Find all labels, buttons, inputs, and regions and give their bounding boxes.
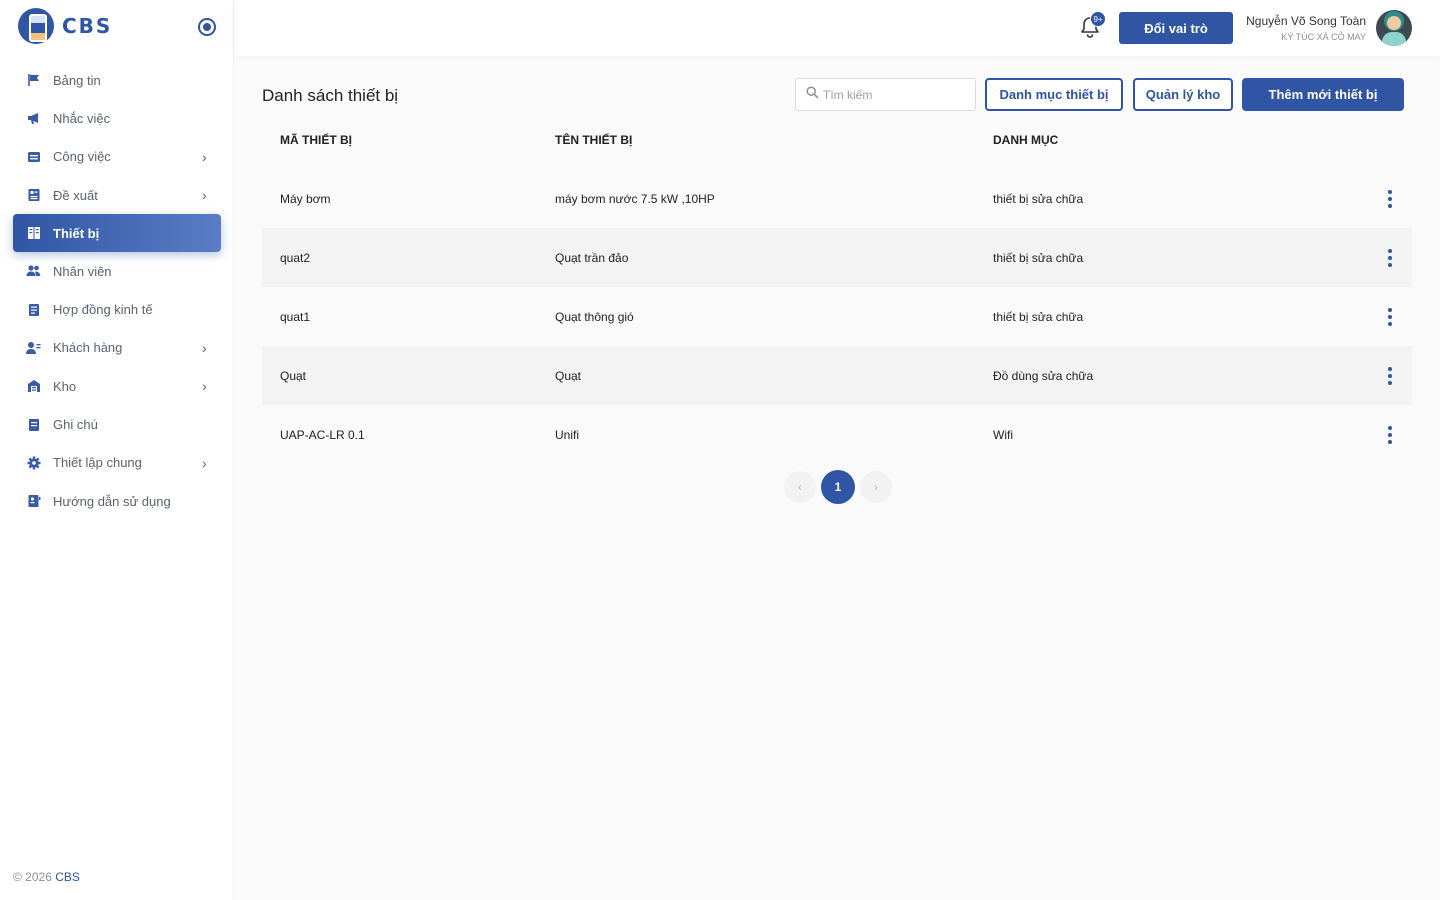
device-table: MÃ THIẾT BỊ TÊN THIẾT BỊ DANH MỤC Máy bơ… (262, 110, 1412, 464)
sidebar-item-label: Khách hàng (53, 340, 123, 356)
customer-icon (26, 340, 41, 355)
sidebar-item-nhac-viec[interactable]: Nhắc việc (0, 99, 234, 137)
warehouse-management-button[interactable]: Quản lý kho (1133, 78, 1233, 111)
sidebar-item-label: Hợp đồng kinh tế (53, 302, 153, 318)
cell-device-code: Máy bơm (280, 191, 331, 206)
tasks-icon (26, 149, 41, 164)
cell-category: Đồ dùng sửa chữa (993, 368, 1094, 383)
cell-device-code: quat2 (280, 250, 311, 265)
note-icon (26, 417, 41, 432)
cell-device-name: Quạt thông gió (555, 309, 634, 324)
top-header: 9+ Đổi vai trò Nguyễn Võ Song Toàn KÝ TÚ… (234, 0, 1440, 56)
search-box[interactable] (795, 78, 976, 111)
sidebar-item-label: Ghi chú (53, 417, 98, 433)
cell-category: thiết bị sửa chữa (993, 191, 1084, 206)
column-header-device-code[interactable]: MÃ THIẾT BỊ (280, 133, 352, 147)
next-page-button[interactable]: › (860, 471, 892, 503)
page-button-current[interactable]: 1 (821, 470, 855, 504)
user-organization: KÝ TÚC XÁ CỎ MAY (1281, 32, 1366, 42)
hourglass-logo-icon (18, 8, 54, 44)
guide-icon (26, 494, 41, 509)
sidebar-nav: Bảng tin Nhắc việc Công việc › Đề xuất ›… (0, 61, 234, 520)
sidebar-item-hop-dong-kinh-te[interactable]: Hợp đồng kinh tế (0, 290, 234, 328)
sidebar-item-label: Thiết lập chung (53, 455, 142, 471)
cell-device-name: máy bơm nước 7.5 kW ,10HP (555, 191, 715, 206)
more-options-icon[interactable] (1380, 423, 1400, 447)
sidebar-item-khach-hang[interactable]: Khách hàng › (0, 329, 234, 367)
warehouse-icon (26, 379, 41, 394)
sidebar-item-cong-viec[interactable]: Công việc › (0, 138, 234, 176)
contract-icon (26, 302, 41, 317)
cell-device-name: Unifi (555, 427, 580, 442)
more-options-icon[interactable] (1380, 305, 1400, 329)
prev-page-button[interactable]: ‹ (784, 471, 816, 503)
chevron-right-icon: › (202, 339, 207, 356)
copyright: © 2026 CBS (13, 870, 80, 884)
sidebar-item-de-xuat[interactable]: Đề xuất › (0, 176, 234, 214)
pagination: ‹ 1 › (784, 470, 892, 504)
sidebar: CBS Bảng tin Nhắc việc Công việc › Đề xu… (0, 0, 234, 900)
sidebar-item-bang-tin[interactable]: Bảng tin (0, 61, 234, 99)
users-icon (26, 264, 41, 279)
notification-badge: 9+ (1090, 11, 1106, 27)
user-name: Nguyễn Võ Song Toàn (1246, 14, 1366, 28)
copyright-brand-link[interactable]: CBS (55, 870, 80, 884)
more-options-icon[interactable] (1380, 364, 1400, 388)
column-header-category[interactable]: DANH MỤC (993, 133, 1058, 147)
cell-device-name: Quạt (555, 368, 582, 383)
sidebar-item-label: Thiết bị (53, 225, 100, 241)
megaphone-icon (26, 111, 41, 126)
sidebar-toggle-button[interactable] (198, 18, 216, 36)
proposal-icon (26, 188, 41, 203)
sidebar-item-label: Hướng dẫn sử dụng (53, 493, 171, 509)
cell-device-name: Quạt trần đảo (555, 250, 629, 265)
add-device-button[interactable]: Thêm mới thiết bị (1242, 78, 1404, 111)
sidebar-item-huong-dan-su-dung[interactable]: Hướng dẫn sử dụng (0, 482, 234, 520)
cell-category: Wifi (993, 427, 1013, 442)
device-icon (26, 226, 41, 241)
search-icon (806, 85, 819, 104)
table-row[interactable]: Quạt Quạt Đồ dùng sửa chữa (262, 346, 1412, 405)
sidebar-item-label: Công việc (53, 149, 111, 165)
sidebar-item-label: Kho (53, 378, 77, 394)
app-logo[interactable]: CBS (18, 8, 112, 44)
chevron-right-icon: › (202, 148, 207, 165)
cell-category: thiết bị sửa chữa (993, 309, 1084, 324)
flag-icon (26, 73, 41, 88)
switch-role-button[interactable]: Đổi vai trò (1119, 12, 1233, 44)
more-options-icon[interactable] (1380, 246, 1400, 270)
chevron-right-icon: › (202, 187, 207, 204)
sidebar-item-thiet-lap-chung[interactable]: Thiết lập chung › (0, 444, 234, 482)
cell-device-code: Quạt (280, 368, 307, 383)
sidebar-item-ghi-chu[interactable]: Ghi chú (0, 405, 234, 443)
table-row[interactable]: Máy bơm máy bơm nước 7.5 kW ,10HP thiết … (262, 169, 1412, 228)
sidebar-item-label: Bảng tin (53, 72, 101, 88)
table-header: MÃ THIẾT BỊ TÊN THIẾT BỊ DANH MỤC (262, 110, 1412, 169)
page-title: Danh sách thiết bị (262, 86, 399, 105)
sidebar-item-label: Nhắc việc (53, 110, 111, 126)
avatar[interactable] (1376, 10, 1412, 46)
chevron-right-icon: › (202, 454, 207, 471)
table-row[interactable]: quat1 Quạt thông gió thiết bị sửa chữa (262, 287, 1412, 346)
sidebar-item-kho[interactable]: Kho › (0, 367, 234, 405)
copyright-text: © 2026 (13, 870, 52, 884)
table-row[interactable]: quat2 Quạt trần đảo thiết bị sửa chữa (262, 228, 1412, 287)
sidebar-item-nhan-vien[interactable]: Nhân viên (0, 252, 234, 290)
cell-device-code: quat1 (280, 309, 311, 324)
sidebar-item-label: Đề xuất (53, 187, 98, 203)
sidebar-item-thiet-bi[interactable]: Thiết bị (13, 214, 221, 253)
sidebar-item-label: Nhân viên (53, 263, 112, 279)
cell-category: thiết bị sửa chữa (993, 250, 1084, 265)
chevron-right-icon: › (202, 378, 207, 395)
gear-icon (26, 455, 41, 470)
device-category-button[interactable]: Danh mục thiết bị (985, 78, 1123, 111)
table-row[interactable]: UAP-AC-LR 0.1 Unifi Wifi (262, 405, 1412, 464)
search-input[interactable] (823, 87, 963, 102)
app-name: CBS (62, 14, 113, 38)
column-header-device-name[interactable]: TÊN THIẾT BỊ (555, 133, 632, 147)
more-options-icon[interactable] (1380, 187, 1400, 211)
cell-device-code: UAP-AC-LR 0.1 (280, 427, 365, 442)
